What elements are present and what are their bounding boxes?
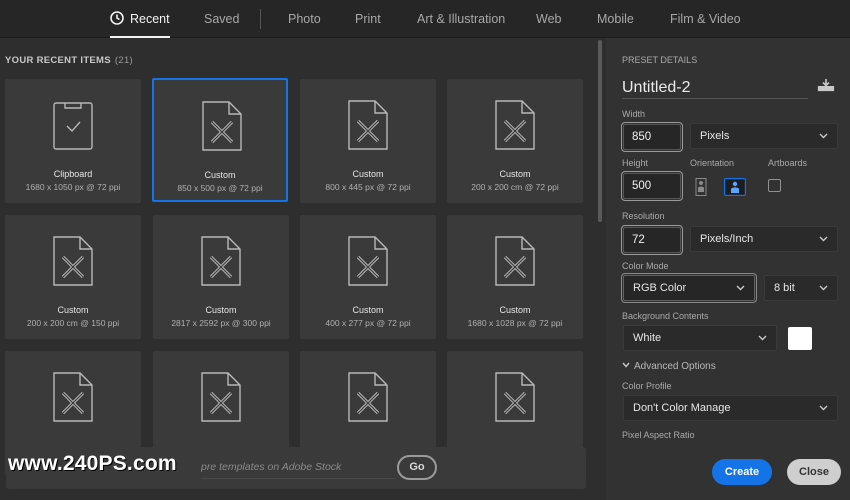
recent-item-name: Custom	[204, 170, 236, 180]
tab-mobile[interactable]: Mobile	[597, 0, 634, 38]
recent-item-size: 800 x 445 px @ 72 ppi	[325, 182, 411, 192]
document-icon	[202, 101, 242, 151]
resolution-unit-select[interactable]: Pixels/Inch	[690, 226, 838, 252]
document-icon	[495, 372, 535, 422]
chevron-down-icon	[622, 362, 630, 368]
tab-art-illustration[interactable]: Art & Illustration	[417, 0, 505, 38]
resolution-unit-value: Pixels/Inch	[700, 233, 754, 245]
recent-item-size: 1680 x 1028 px @ 72 ppi	[467, 318, 563, 328]
orientation-label: Orientation	[690, 158, 735, 168]
chevron-down-icon	[819, 236, 828, 242]
recent-item-size: 200 x 200 cm @ 150 ppi	[26, 318, 120, 328]
watermark: www.240PS.com	[8, 452, 177, 475]
advanced-options-label: Advanced Options	[634, 361, 716, 372]
resolution-label: Resolution	[622, 211, 665, 221]
recent-item-name: Custom	[499, 305, 531, 315]
document-icon	[348, 372, 388, 422]
resolution-input[interactable]: 72	[621, 225, 683, 255]
recent-item-name: Custom	[499, 169, 531, 179]
chevron-down-icon	[819, 405, 828, 411]
tab-film-video[interactable]: Film & Video	[670, 0, 741, 38]
scrollbar[interactable]	[598, 40, 602, 222]
document-icon	[201, 236, 241, 286]
preset-name-input[interactable]: Untitled-2	[622, 77, 808, 99]
color-mode-select[interactable]: RGB Color	[621, 273, 757, 303]
save-preset-icon[interactable]	[817, 78, 835, 92]
document-icon	[495, 100, 535, 150]
clipboard-icon	[53, 102, 93, 150]
document-icon	[53, 236, 93, 286]
width-unit-select[interactable]: Pixels	[690, 123, 838, 149]
recent-item-size: 400 x 277 px @ 72 ppi	[325, 318, 411, 328]
tab-recent-label: Recent	[130, 12, 170, 26]
color-profile-select[interactable]: Don't Color Manage	[623, 395, 838, 421]
recent-item-card[interactable]: Custom 800 x 445 px @ 72 ppi	[300, 79, 436, 203]
height-label: Height	[622, 158, 649, 168]
advanced-options-toggle[interactable]: Advanced Options	[622, 361, 716, 372]
color-profile-label: Color Profile	[622, 381, 672, 391]
background-contents-select[interactable]: White	[623, 325, 777, 351]
color-mode-value: RGB Color	[633, 282, 687, 294]
document-icon	[53, 372, 93, 422]
artboards-checkbox[interactable]	[768, 179, 781, 192]
close-button[interactable]: Close	[787, 459, 841, 485]
recent-item-card[interactable]: Custom 1680 x 1028 px @ 72 ppi	[447, 215, 583, 339]
recent-item-card[interactable]: Custom 850 x 500 px @ 72 ppi	[152, 78, 288, 202]
stock-search-input[interactable]: pre templates on Adobe Stock	[201, 455, 396, 479]
chevron-down-icon	[736, 285, 745, 291]
tab-web[interactable]: Web	[536, 0, 561, 38]
recent-items-count: (21)	[114, 55, 134, 66]
pixel-aspect-ratio-label: Pixel Aspect Ratio	[622, 430, 695, 440]
height-input[interactable]: 500	[621, 171, 683, 201]
clock-icon	[110, 11, 124, 25]
document-icon	[348, 236, 388, 286]
recent-item-card[interactable]: Custom 2817 x 2592 px @ 300 ppi	[153, 215, 289, 339]
recent-item-size: 850 x 500 px @ 72 ppi	[177, 183, 263, 193]
recent-item-size: 1680 x 1050 px @ 72 ppi	[25, 182, 121, 192]
background-contents-label: Background Contents	[622, 311, 709, 321]
recent-items-title: YOUR RECENT ITEMS	[5, 55, 111, 66]
top-tab-bar: Recent Saved Photo Print Art & Illustrat…	[0, 0, 850, 38]
recent-item-name: Custom	[205, 305, 237, 315]
tab-divider	[260, 9, 261, 29]
tab-saved[interactable]: Saved	[204, 0, 239, 38]
chevron-down-icon	[758, 335, 767, 341]
color-profile-value: Don't Color Manage	[633, 402, 731, 414]
tab-print[interactable]: Print	[355, 0, 381, 38]
preset-details-panel: PRESET DETAILS Untitled-2 Width 850 Pixe…	[606, 38, 850, 500]
chevron-down-icon	[819, 285, 828, 291]
recent-item-card[interactable]: Custom 200 x 200 cm @ 72 ppi	[447, 79, 583, 203]
width-label: Width	[622, 109, 646, 119]
recent-item-card[interactable]: Clipboard 1680 x 1050 px @ 72 ppi	[5, 79, 141, 203]
recent-item-name: Custom	[352, 169, 384, 179]
recent-item-card[interactable]: Custom 200 x 200 cm @ 150 ppi	[5, 215, 141, 339]
recent-items-heading: YOUR RECENT ITEMS (21)	[5, 55, 133, 66]
background-contents-value: White	[633, 332, 662, 344]
recent-item-name: Custom	[352, 305, 384, 315]
preset-details-heading: PRESET DETAILS	[622, 55, 698, 65]
portrait-orientation-icon[interactable]	[690, 178, 712, 196]
document-icon	[495, 236, 535, 286]
color-mode-label: Color Mode	[622, 261, 669, 271]
create-button[interactable]: Create	[712, 459, 772, 485]
tab-photo[interactable]: Photo	[288, 0, 321, 38]
document-icon	[348, 100, 388, 150]
document-icon	[201, 372, 241, 422]
recent-item-name: Custom	[57, 305, 89, 315]
landscape-orientation-icon[interactable]	[724, 178, 746, 196]
recent-items-pane: YOUR RECENT ITEMS (21) Clipboard 1680 x 10…	[0, 38, 598, 500]
width-unit-value: Pixels	[700, 130, 730, 142]
recent-item-card[interactable]: Custom 400 x 277 px @ 72 ppi	[300, 215, 436, 339]
tab-recent[interactable]: Recent	[110, 0, 170, 38]
recent-item-size: 2817 x 2592 px @ 300 ppi	[171, 318, 271, 328]
artboards-label: Artboards	[768, 158, 808, 168]
go-button[interactable]: Go	[397, 455, 437, 480]
background-color-swatch[interactable]	[788, 327, 812, 350]
width-input[interactable]: 850	[621, 122, 683, 152]
recent-item-name: Clipboard	[53, 169, 93, 179]
recent-item-size: 200 x 200 cm @ 72 ppi	[471, 182, 559, 192]
chevron-down-icon	[819, 133, 828, 139]
bit-depth-select[interactable]: 8 bit	[764, 275, 838, 301]
bit-depth-value: 8 bit	[774, 282, 795, 294]
